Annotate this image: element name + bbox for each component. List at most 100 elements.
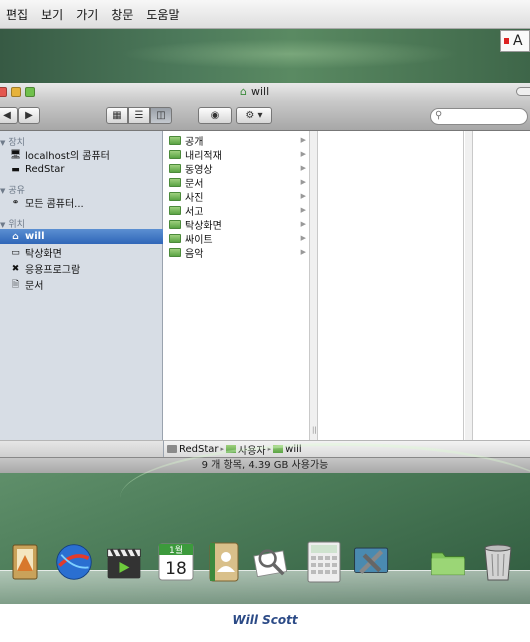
column-resize-strip[interactable]: || bbox=[310, 131, 318, 440]
chevron-right-icon: ▶ bbox=[300, 206, 306, 214]
folder-icon bbox=[169, 135, 181, 145]
menu-go[interactable]: 가기 bbox=[76, 6, 98, 23]
forward-button[interactable]: ▶ bbox=[18, 107, 40, 124]
browser-globe-icon[interactable] bbox=[54, 540, 94, 584]
desktop-folder-icon: ▭ bbox=[11, 247, 20, 258]
chevron-right-icon: ▶ bbox=[300, 164, 306, 172]
sidebar-item-documents[interactable]: 🗎 문서 bbox=[0, 277, 163, 293]
menu-window[interactable]: 창문 bbox=[111, 6, 133, 23]
folder-icon bbox=[169, 149, 181, 159]
close-button[interactable] bbox=[0, 87, 7, 97]
disclosure-triangle-icon: ▼ bbox=[0, 187, 6, 195]
disclosure-triangle-icon: ▼ bbox=[0, 221, 6, 229]
list-view-button[interactable]: ☰ bbox=[128, 107, 150, 124]
image-caption: Will Scott bbox=[232, 613, 298, 627]
chevron-right-icon: ▶ bbox=[300, 234, 306, 242]
flag-icon bbox=[504, 38, 509, 44]
chevron-right-icon: ▶ bbox=[300, 136, 306, 144]
finder-window: ⌂ will ◀ ▶ ▦ ☰ ◫ ◉ ⚙ ▾ ⚲ ▼ 장치 🖥 localhost의… bbox=[0, 83, 530, 473]
preview-icon[interactable] bbox=[6, 540, 46, 584]
desktop-background-bottom: 1월 18 bbox=[0, 443, 530, 604]
sidebar-item-redstar[interactable]: ▬ RedStar bbox=[0, 162, 163, 177]
disclosure-triangle-icon: ▼ bbox=[0, 139, 6, 147]
column-browser-first: 공개 ▶ 내리적재 ▶ 동영상 ▶ 문서 ▶ 사진 ▶ 서고 ▶ 탁상화면 ▶ 싸이트 ▶ 음악… bbox=[164, 131, 310, 440]
sidebar-item-all-computers[interactable]: ⚭ 모든 콤퓨터... bbox=[0, 195, 163, 211]
icon-view-button[interactable]: ▦ bbox=[106, 107, 128, 124]
chevron-right-icon: ▶ bbox=[300, 150, 306, 158]
system-preferences-icon[interactable] bbox=[352, 540, 392, 584]
folder-icon bbox=[169, 191, 181, 201]
minimize-button[interactable] bbox=[11, 87, 21, 97]
disk-icon: ▬ bbox=[11, 164, 20, 175]
chevron-right-icon: ▶ bbox=[300, 192, 306, 200]
folder-icon bbox=[169, 177, 181, 187]
applications-icon: ✖ bbox=[11, 263, 20, 274]
quick-look-button[interactable]: ◉ bbox=[198, 107, 232, 124]
chevron-right-icon: ▶ bbox=[300, 178, 306, 186]
desktop-background-top bbox=[0, 29, 530, 83]
sidebar: ▼ 장치 🖥 localhost의 콤퓨터 ▬ RedStar ▼ 공유 ⚭ 모든 콤퓨터… bbox=[0, 131, 163, 440]
left-arrow-icon: ◀ bbox=[3, 110, 11, 121]
folder-item-downloads[interactable]: 내리적재 ▶ bbox=[164, 147, 310, 162]
right-arrow-icon: ▶ bbox=[25, 110, 33, 121]
home-icon: ⌂ bbox=[240, 85, 247, 98]
calendar-icon[interactable]: 1월 18 bbox=[156, 540, 196, 584]
menu-help[interactable]: 도움말 bbox=[146, 6, 179, 23]
address-book-icon[interactable] bbox=[204, 540, 244, 584]
search-icon: ⚲ bbox=[435, 110, 443, 121]
trash-icon[interactable] bbox=[478, 540, 518, 584]
eye-icon: ◉ bbox=[210, 110, 220, 121]
column-browser-third bbox=[474, 131, 530, 440]
sidebar-footer bbox=[0, 440, 164, 457]
sidebar-item-desktop[interactable]: ▭ 탁상화면 bbox=[0, 245, 163, 261]
title-bar[interactable]: ⌂ will bbox=[0, 83, 530, 101]
folder-item-documents[interactable]: 문서 ▶ bbox=[164, 175, 310, 190]
search-field[interactable]: ⚲ bbox=[430, 108, 528, 125]
folder-item-sites[interactable]: 싸이트 ▶ bbox=[164, 231, 310, 246]
globe-icon: ⚭ bbox=[11, 197, 20, 208]
column-resize-strip[interactable] bbox=[465, 131, 473, 440]
list-icon: ☰ bbox=[134, 110, 144, 121]
sidebar-item-will[interactable]: ⌂ will bbox=[0, 229, 163, 244]
network-computer-icon: 🖥 bbox=[9, 149, 22, 160]
calendar-day: 18 bbox=[165, 559, 187, 579]
zoom-button[interactable] bbox=[25, 87, 35, 97]
grid-icon: ▦ bbox=[112, 110, 122, 121]
folder-icon bbox=[169, 205, 181, 215]
folder-item-movies[interactable]: 동영상 ▶ bbox=[164, 161, 310, 176]
toolbar-toggle-button[interactable] bbox=[516, 87, 530, 96]
calendar-month: 1월 bbox=[169, 544, 183, 556]
document-icon: 🗎 bbox=[11, 279, 20, 290]
sidebar-item-localhost[interactable]: 🖥 localhost의 콤퓨터 bbox=[0, 147, 163, 163]
gear-icon: ⚙ ▾ bbox=[245, 110, 263, 121]
folder-item-desktop[interactable]: 탁상화면 ▶ bbox=[164, 217, 310, 232]
wallpaper-streak bbox=[120, 39, 460, 69]
image-viewer-icon[interactable] bbox=[252, 540, 292, 584]
folder-icon bbox=[169, 163, 181, 173]
column-view-button[interactable]: ◫ bbox=[150, 107, 172, 124]
input-method-letter: A bbox=[513, 33, 523, 49]
dock: 1월 18 bbox=[0, 530, 530, 604]
calculator-icon[interactable] bbox=[304, 540, 344, 584]
action-menu-button[interactable]: ⚙ ▾ bbox=[236, 107, 272, 124]
disk-icon bbox=[167, 445, 177, 453]
menu-edit[interactable]: 편집 bbox=[6, 6, 28, 23]
folder-icon[interactable] bbox=[428, 540, 468, 584]
folder-item-pictures[interactable]: 사진 ▶ bbox=[164, 189, 310, 204]
folder-item-music[interactable]: 음악 ▶ bbox=[164, 245, 310, 260]
menu-bar: 편집 보기 가기 창문 도움말 bbox=[0, 0, 530, 29]
chevron-right-icon: ▶ bbox=[300, 220, 306, 228]
window-title: ⌂ will bbox=[240, 85, 269, 98]
back-button[interactable]: ◀ bbox=[0, 107, 18, 124]
folder-item-library[interactable]: 서고 ▶ bbox=[164, 203, 310, 218]
resize-grip-icon: || bbox=[312, 426, 317, 434]
folder-icon bbox=[169, 233, 181, 243]
folder-icon bbox=[169, 247, 181, 257]
sidebar-item-applications[interactable]: ✖ 응용프로그람 bbox=[0, 261, 163, 277]
folder-item-public[interactable]: 공개 ▶ bbox=[164, 133, 310, 148]
menu-view[interactable]: 보기 bbox=[41, 6, 63, 23]
desktop-screenshot: 편집 보기 가기 창문 도움말 A ⌂ will ◀ ▶ ▦ ☰ ◫ ◉ ⚙ ▾… bbox=[0, 0, 530, 604]
columns-icon: ◫ bbox=[156, 110, 166, 121]
input-method-menu[interactable]: A bbox=[500, 30, 530, 52]
video-clapper-icon[interactable] bbox=[104, 540, 144, 584]
